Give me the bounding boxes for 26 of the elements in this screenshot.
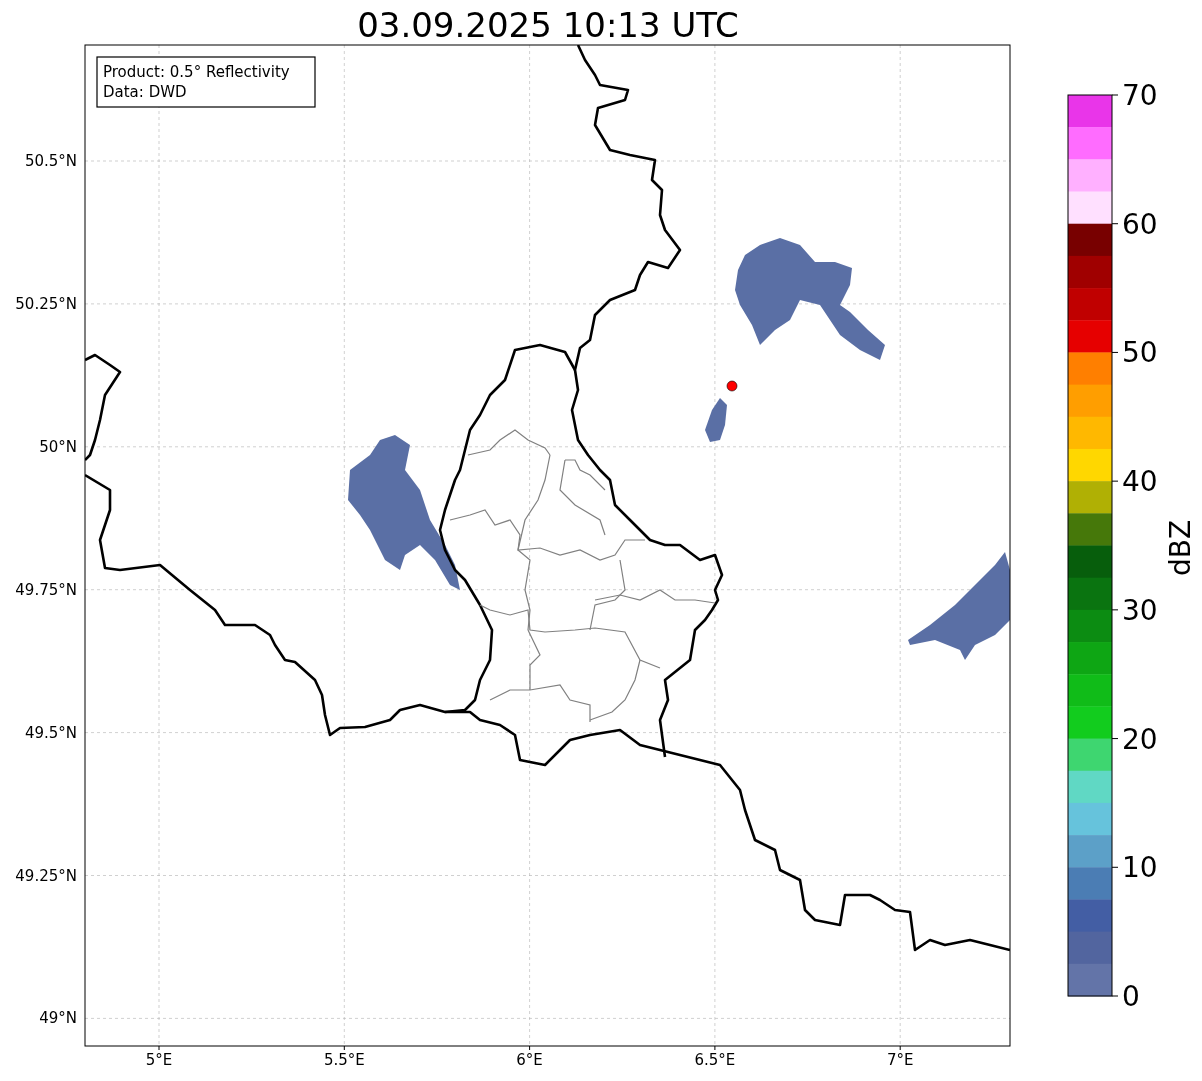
colorbar-tick-label: 50 bbox=[1122, 336, 1158, 370]
latitude-label: 49.75°N bbox=[15, 580, 77, 599]
colorbar-tick-label: 70 bbox=[1122, 79, 1158, 112]
longitude-label: 7°E bbox=[886, 1051, 914, 1069]
longitude-label: 6°E bbox=[516, 1051, 543, 1069]
latitude-label: 50.5°N bbox=[24, 152, 77, 170]
longitude-label: 6.5°E bbox=[694, 1051, 736, 1069]
radar-echo bbox=[705, 398, 727, 442]
radar-site-marker bbox=[726, 380, 738, 392]
latitude-label: 50.25°N bbox=[15, 294, 77, 313]
longitude-label: 5°E bbox=[145, 1051, 173, 1069]
longitude-label: 5.5°E bbox=[323, 1051, 365, 1069]
colorbar-tick-label: 30 bbox=[1122, 593, 1158, 627]
info-text: Data: DWD bbox=[103, 83, 187, 101]
latitude-label: 49.5°N bbox=[24, 723, 77, 742]
latitude-label: 49°N bbox=[39, 1009, 77, 1028]
colorbar-tick-label: 40 bbox=[1122, 465, 1158, 499]
chart-title: 03.09.2025 10:13 UTC bbox=[357, 5, 739, 45]
colorbar-tick-label: 10 bbox=[1122, 851, 1158, 885]
latitude-label: 49.25°N bbox=[15, 866, 77, 885]
colorbar-tick-label: 20 bbox=[1122, 722, 1158, 756]
colorbar-tick-label: 60 bbox=[1122, 207, 1158, 241]
latitude-label: 50°N bbox=[39, 437, 77, 456]
colorbar-tick-label: 0 bbox=[1122, 980, 1140, 1013]
info-text: Product: 0.5° Reflectivity bbox=[103, 63, 290, 81]
colorbar-label: dBZ bbox=[1164, 519, 1197, 577]
